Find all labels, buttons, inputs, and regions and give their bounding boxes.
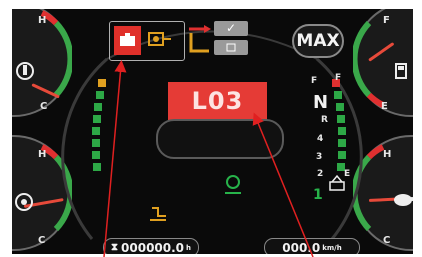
center-hi-label: F xyxy=(335,73,342,83)
gear-2: 2 xyxy=(317,169,324,179)
hour-meter: ⧗ 000000.0 h xyxy=(103,238,199,254)
transmission-icon xyxy=(147,29,173,55)
message-area xyxy=(156,119,284,159)
parking-icon xyxy=(222,174,244,200)
gear-1: 1 xyxy=(313,187,323,203)
gear-current: N xyxy=(313,92,329,113)
hourglass-icon: ⧗ xyxy=(110,242,119,253)
error-code-display: L03 xyxy=(168,82,267,120)
max-button[interactable]: MAX xyxy=(292,24,344,58)
instrument-display: H C H C F E H C F E ✓ MAX L03 N F R 4 3 … xyxy=(12,9,413,254)
gear-f: F xyxy=(311,76,318,86)
hour-meter-value: 000000.0 xyxy=(121,240,185,255)
gear-3: 3 xyxy=(316,152,323,162)
list-icon xyxy=(214,40,248,55)
left-level-bars xyxy=(90,79,110,193)
hour-meter-unit: h xyxy=(186,243,192,252)
speed-display: 000.0 km/h xyxy=(264,238,360,254)
speed-unit: km/h xyxy=(322,243,342,252)
attachment-icon xyxy=(328,174,346,196)
gear-4: 4 xyxy=(317,134,324,144)
engine-warning-icon xyxy=(114,26,141,55)
selector-arrow-icon xyxy=(187,23,213,61)
gear-r: R xyxy=(321,115,328,125)
hydraulic-icon xyxy=(148,204,170,228)
check-icon: ✓ xyxy=(214,21,248,36)
speed-value: 000.0 xyxy=(282,240,321,255)
